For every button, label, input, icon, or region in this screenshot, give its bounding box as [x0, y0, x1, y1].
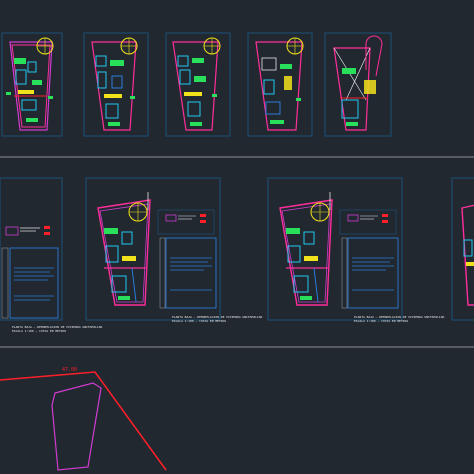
sheet-note-4: ESCALA 1:100 — COTAS EN METROS	[172, 319, 226, 323]
notes-sheet-left[interactable]	[0, 177, 63, 321]
floor-plan-sheet-6[interactable]	[85, 177, 221, 321]
floor-plan-sheet-1[interactable]	[1, 32, 63, 137]
floor-plan-sheet-8-partial[interactable]	[451, 177, 474, 321]
sheet-note-6: ESCALA 1:100 — COTAS EN METROS	[354, 319, 408, 323]
sheet-note-2: ESCALA 1:100 — COTAS EN METROS	[12, 329, 66, 333]
site-boundary-view[interactable]: 47.00	[0, 367, 167, 471]
top-row-sheets	[1, 32, 392, 137]
middle-row-sheets: PLANTA BAJA — REMODELACION DE VIVIENDA U…	[0, 177, 474, 333]
floor-plan-sheet-7[interactable]	[267, 177, 403, 321]
floor-plan-sheet-4[interactable]	[247, 32, 313, 137]
lot-outline	[51, 382, 102, 471]
floor-plan-sheet-3[interactable]	[165, 32, 231, 137]
cad-model-space[interactable]: PLANTA BAJA — REMODELACION DE VIVIENDA U…	[0, 0, 474, 474]
floor-plan-sheet-5[interactable]	[324, 32, 392, 137]
property-boundary-line	[0, 371, 167, 471]
dimension-label: 47.00	[62, 367, 77, 373]
floor-plan-sheet-2[interactable]	[83, 32, 149, 137]
